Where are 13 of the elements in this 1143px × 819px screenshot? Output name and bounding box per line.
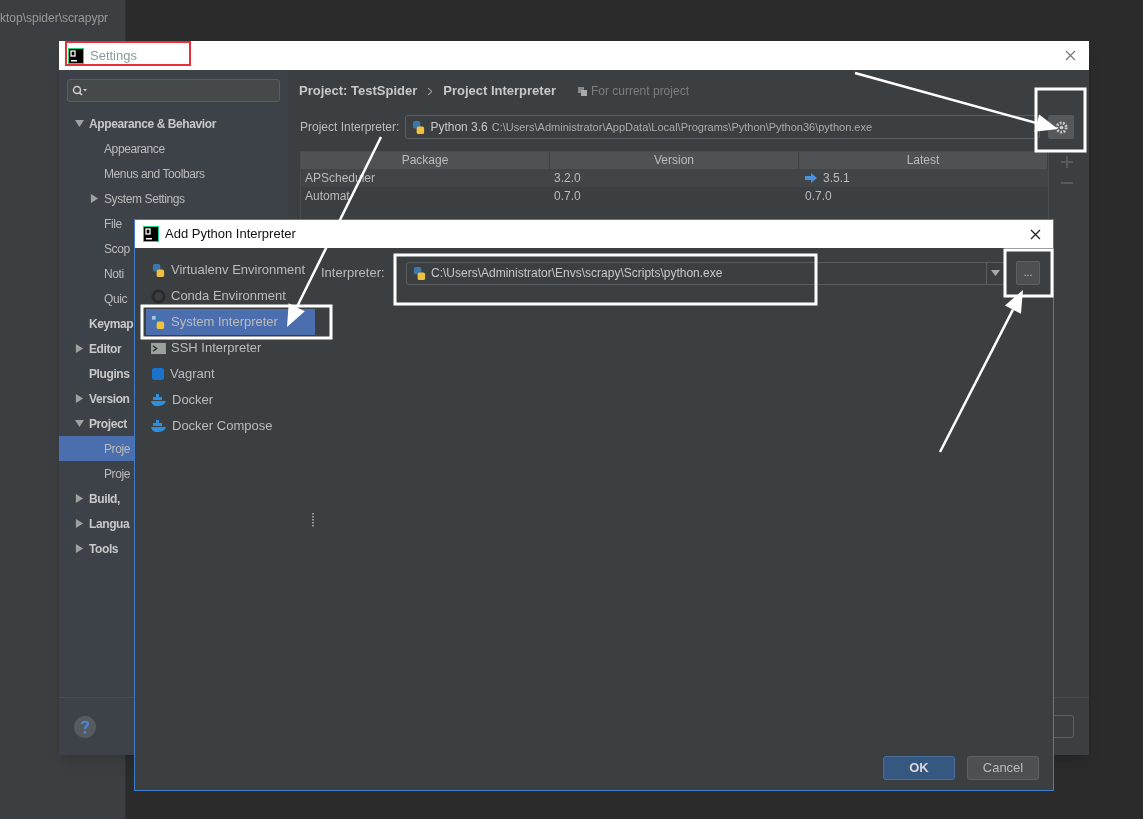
table-cell-text: 3.5.1 <box>823 170 850 187</box>
path-text: ktop\spider\scrapypr <box>0 10 110 27</box>
window-title: Settings <box>90 46 137 65</box>
scope-note: For current project <box>590 83 689 100</box>
interpreter-path: C:\Users\Administrator\AppData\Local\Programs\Python\Python36\python.exe <box>491 119 873 135</box>
interpreter-name: Python 3.6 <box>430 119 488 136</box>
table-cell-text: 0.7.0 <box>553 188 582 205</box>
field-label: Project Interpreter: <box>300 119 400 136</box>
table-cell-text: 3.2.0 <box>553 170 582 187</box>
window-title: Add Python Interpreter <box>165 225 296 244</box>
field-label: Interpreter: <box>321 264 386 283</box>
table-cell-text: Automat <box>304 188 351 205</box>
table-cell-text: 0.7.0 <box>805 188 832 205</box>
